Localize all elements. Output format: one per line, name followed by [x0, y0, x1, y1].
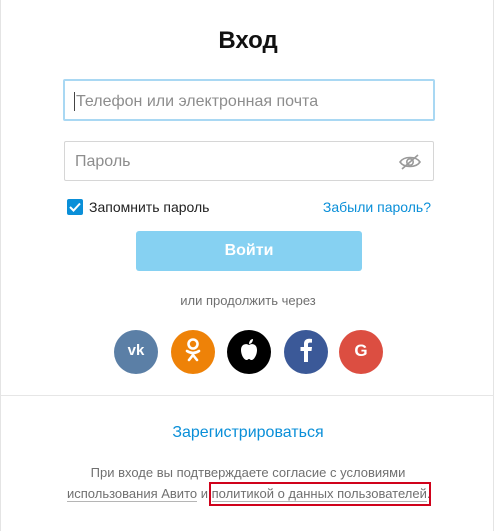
login-button[interactable]: Войти — [136, 231, 362, 271]
remember-password-label: Запомнить пароль — [89, 199, 210, 215]
password-input[interactable]: Пароль — [64, 141, 434, 181]
vk-icon: vk — [124, 342, 148, 363]
checkbox-checked-icon[interactable] — [67, 199, 83, 215]
svg-text:vk: vk — [128, 342, 145, 358]
google-login-button[interactable]: G — [339, 330, 383, 374]
section-divider — [1, 395, 494, 396]
apple-icon — [239, 338, 259, 367]
login-input[interactable]: Телефон или электронная почта — [63, 79, 435, 121]
annotation-highlight-box — [209, 482, 431, 506]
text-caret — [74, 92, 75, 111]
page-title: Вход — [218, 27, 278, 54]
terms-of-use-link[interactable]: использования Авито — [67, 486, 198, 502]
remember-password-checkbox[interactable]: Запомнить пароль — [67, 198, 209, 216]
social-login-caption: или продолжить через — [180, 293, 316, 308]
ok-login-button[interactable] — [171, 330, 215, 374]
facebook-icon — [299, 338, 313, 367]
forgot-password-link[interactable]: Забыли пароль? — [323, 199, 431, 215]
login-panel: Вход Телефон или электронная почта Парол… — [0, 0, 494, 531]
google-icon: G — [351, 340, 371, 365]
apple-login-button[interactable] — [227, 330, 271, 374]
svg-text:G: G — [354, 341, 367, 360]
password-input-placeholder: Пароль — [75, 153, 131, 170]
login-input-placeholder: Телефон или электронная почта — [76, 93, 319, 110]
vk-login-button[interactable]: vk — [114, 330, 158, 374]
register-link[interactable]: Зарегистрироваться — [1, 424, 494, 442]
eye-off-icon[interactable] — [398, 152, 422, 172]
facebook-login-button[interactable] — [284, 330, 328, 374]
terms-line-1: При входе вы подтверждаете согласие с ус… — [90, 465, 406, 480]
ok-icon — [184, 337, 202, 368]
social-buttons: vk G — [114, 330, 384, 376]
